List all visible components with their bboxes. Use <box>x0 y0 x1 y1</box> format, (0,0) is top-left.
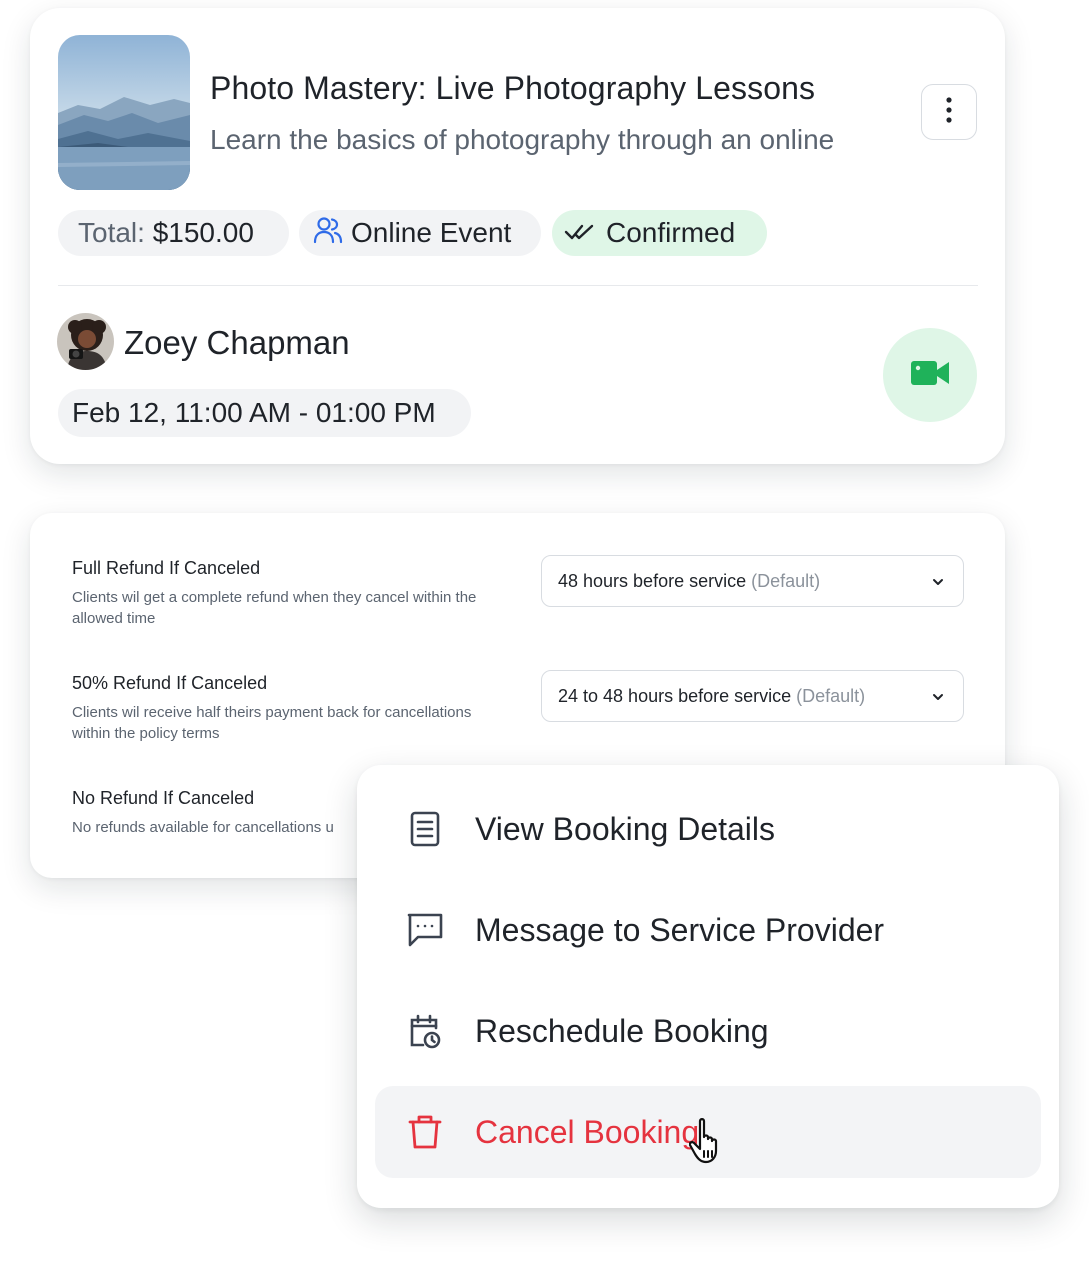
users-icon <box>313 215 351 252</box>
event-subtitle: Learn the basics of photography through … <box>210 124 835 155</box>
event-thumbnail <box>58 35 190 190</box>
menu-item-view-details[interactable]: View Booking Details <box>375 783 1041 875</box>
refund-policy-full: Full Refund If Canceled Clients wil get … <box>72 558 512 629</box>
booking-datetime: Feb 12, 11:00 AM - 01:00 PM <box>58 389 471 437</box>
menu-item-label: Cancel Booking <box>475 1113 700 1150</box>
menu-item-message-provider[interactable]: Message to Service Provider <box>375 884 1041 976</box>
event-title: Photo Mastery: Live Photography Lessons <box>210 70 816 106</box>
host-name: Zoey Chapman <box>124 324 350 361</box>
event-type-badge: Online Event <box>299 210 541 256</box>
policy-description: Clients wil receive half theirs payment … <box>72 704 472 742</box>
more-vertical-icon <box>946 96 952 129</box>
message-icon <box>375 912 475 948</box>
event-type-label: Online Event <box>351 217 512 248</box>
policy-title: 50% Refund If Canceled <box>72 673 268 693</box>
join-video-button[interactable] <box>883 328 977 422</box>
more-options-button[interactable] <box>921 84 977 140</box>
total-label: Total: <box>78 217 145 248</box>
chevron-down-icon <box>931 573 945 594</box>
full-refund-select[interactable]: 48 hours before service (Default) <box>541 555 964 607</box>
menu-item-label: Reschedule Booking <box>475 1012 769 1049</box>
trash-icon <box>375 1114 475 1150</box>
app-canvas: Photo Mastery: Live Photography Lessons … <box>0 0 1089 1263</box>
hand-cursor-icon <box>688 1117 727 1170</box>
avatar <box>57 313 114 370</box>
status-badge: Confirmed <box>552 210 767 256</box>
select-value: 48 hours before service <box>558 570 747 591</box>
divider <box>58 285 978 286</box>
chevron-down-icon <box>931 688 945 709</box>
video-camera-icon <box>910 358 950 393</box>
policy-description: Clients wil get a complete refund when t… <box>72 589 477 627</box>
refund-policy-half: 50% Refund If Canceled Clients wil recei… <box>72 673 512 744</box>
double-check-icon <box>564 217 606 249</box>
total-price-badge: Total: $150.00 <box>58 210 289 256</box>
menu-item-label: View Booking Details <box>475 810 776 847</box>
menu-item-label: Message to Service Provider <box>475 911 885 948</box>
menu-item-reschedule[interactable]: Reschedule Booking <box>375 985 1041 1077</box>
booking-card: Photo Mastery: Live Photography Lessons … <box>30 8 1005 464</box>
booking-actions-menu: View Booking Details Message to Service … <box>357 765 1059 1208</box>
total-value: $150.00 <box>152 217 254 248</box>
half-refund-select[interactable]: 24 to 48 hours before service (Default) <box>541 670 964 722</box>
document-icon <box>375 811 475 847</box>
select-default-tag: (Default) <box>796 685 866 706</box>
calendar-clock-icon <box>375 1013 475 1049</box>
policy-title: Full Refund If Canceled <box>72 558 261 578</box>
status-label: Confirmed <box>606 217 736 248</box>
select-default-tag: (Default) <box>751 570 821 591</box>
select-value: 24 to 48 hours before service <box>558 685 792 706</box>
